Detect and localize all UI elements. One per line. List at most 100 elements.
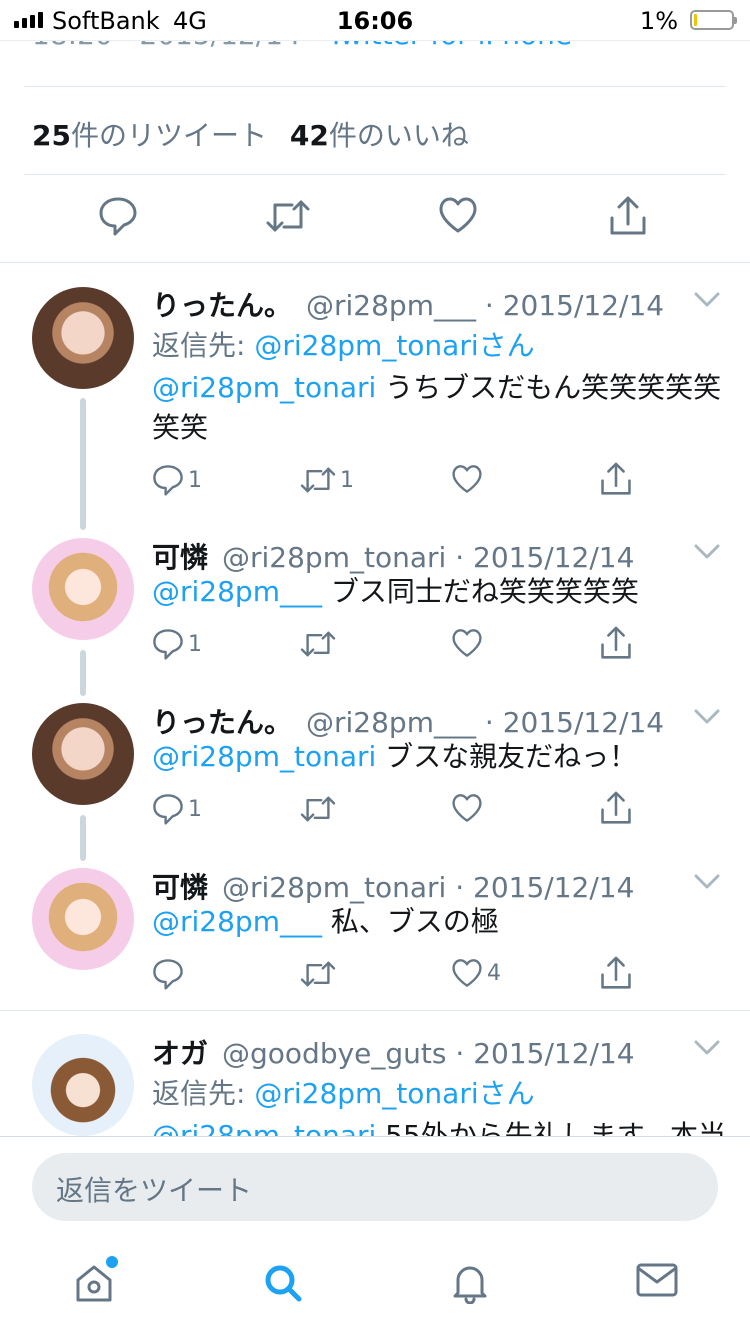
reply-to-link[interactable]: @ri28pm_tonariさん: [254, 329, 534, 362]
battery-icon: [690, 10, 737, 30]
mention-link[interactable]: @ri28pm_tonari: [152, 740, 376, 773]
share-button[interactable]: [600, 626, 632, 660]
reply-tweet[interactable]: オガ @goodbye_guts · 2015/12/14 返信先: @ri28p…: [0, 1010, 750, 1136]
share-icon: [601, 956, 631, 989]
like-icon[interactable]: [438, 196, 478, 238]
reply-button[interactable]: [152, 958, 188, 990]
like-button[interactable]: [451, 793, 487, 823]
handle: @ri28pm___ · 2015/12/14: [306, 289, 665, 322]
mention-link[interactable]: @ri28pm_tonari: [152, 1119, 376, 1136]
tweet-text: @ri28pm_tonari 55外から失礼します。本当: [152, 1116, 726, 1136]
retweet-icon: [300, 631, 336, 657]
display-name[interactable]: オガ: [152, 1037, 208, 1070]
reply-icon: [153, 794, 183, 825]
like-icon: [452, 959, 482, 987]
retweet-icon[interactable]: [266, 196, 310, 240]
avatar[interactable]: [32, 703, 134, 805]
reply-icon[interactable]: [99, 196, 137, 240]
notifications-icon[interactable]: [450, 1262, 490, 1308]
chevron-down-icon[interactable]: [694, 1040, 720, 1060]
retweet-icon: [300, 796, 336, 822]
handle: @ri28pm___ · 2015/12/14: [306, 706, 665, 739]
reply-to-line: 返信先: @ri28pm_tonariさん: [152, 1077, 535, 1110]
like-button[interactable]: [451, 464, 487, 494]
display-name[interactable]: 可憐: [152, 871, 208, 904]
handle: @ri28pm_tonari · 2015/12/14: [222, 871, 635, 904]
reply-input-placeholder: 返信をツイート: [56, 1174, 253, 1207]
retweet-button[interactable]: [300, 958, 340, 990]
tweet-header: 可憐 @ri28pm_tonari · 2015/12/14: [152, 536, 634, 576]
reply-to-link[interactable]: @ri28pm_tonariさん: [254, 1077, 534, 1110]
like-stat[interactable]: 42件のいいね: [290, 119, 469, 152]
retweet-icon: [300, 467, 336, 493]
thread-line: [80, 398, 86, 530]
display-name[interactable]: 可憐: [152, 541, 208, 574]
reply-icon: [153, 629, 183, 660]
reply-count: 1: [188, 631, 202, 657]
reply-button[interactable]: 1: [152, 793, 202, 825]
reply-composer: 返信をツイート: [0, 1136, 750, 1237]
chevron-down-icon[interactable]: [694, 544, 720, 564]
tweet-text: @ri28pm_tonari ブスな親友だねっ！: [152, 740, 638, 773]
avatar[interactable]: [32, 1034, 134, 1136]
messages-icon[interactable]: [636, 1262, 678, 1302]
share-button[interactable]: [600, 791, 632, 825]
mention-link[interactable]: @ri28pm_tonari: [152, 371, 376, 404]
handle: @ri28pm_tonari · 2015/12/14: [222, 541, 635, 574]
mention-link[interactable]: @ri28pm___: [152, 905, 322, 938]
thread-line: [80, 815, 86, 861]
retweet-stat[interactable]: 25件のリツイート: [32, 119, 267, 152]
like-button[interactable]: 4: [451, 958, 501, 988]
retweet-button[interactable]: 1: [300, 464, 354, 496]
tweet-text: @ri28pm___ ブス同士だね笑笑笑笑笑: [152, 575, 639, 608]
share-icon[interactable]: [609, 196, 647, 240]
retweet-count: 1: [340, 467, 354, 493]
avatar[interactable]: [32, 538, 134, 640]
reply-icon: [153, 959, 183, 990]
display-name[interactable]: りったん。: [152, 289, 292, 322]
avatar[interactable]: [32, 287, 134, 389]
status-bar: SoftBank 4G 16:06 1%: [0, 0, 750, 40]
like-icon: [452, 629, 482, 657]
share-button[interactable]: [600, 956, 632, 990]
display-name[interactable]: りったん。: [152, 706, 292, 739]
main-tweet-actions: [0, 196, 750, 240]
clock: 16:06: [336, 7, 414, 35]
reply-count: 1: [188, 796, 202, 822]
tweet-header: りったん。 @ri28pm___ · 2015/12/14: [152, 284, 664, 324]
chevron-down-icon[interactable]: [694, 709, 720, 729]
reply-to-line: 返信先: @ri28pm_tonariさん: [152, 329, 535, 362]
tweet-header: オガ @goodbye_guts · 2015/12/14: [152, 1032, 635, 1072]
thread-line: [80, 650, 86, 696]
retweet-button[interactable]: [300, 628, 340, 660]
tweet-header: 可憐 @ri28pm_tonari · 2015/12/14: [152, 866, 634, 906]
tweet-stats: 25件のリツイート 42件のいいね: [32, 114, 469, 154]
retweet-icon: [300, 961, 336, 987]
notification-dot: [104, 1254, 120, 1270]
search-icon[interactable]: [262, 1262, 304, 1308]
reply-button[interactable]: 1: [152, 628, 202, 660]
chevron-down-icon[interactable]: [694, 292, 720, 312]
handle: @goodbye_guts · 2015/12/14: [222, 1037, 635, 1070]
share-icon: [601, 791, 631, 824]
reply-button[interactable]: 1: [152, 464, 202, 496]
retweet-button[interactable]: [300, 793, 340, 825]
reply-input[interactable]: 返信をツイート: [32, 1153, 718, 1221]
share-icon: [601, 462, 631, 495]
reply-count: 1: [188, 467, 202, 493]
reply-icon: [153, 465, 183, 496]
like-icon: [452, 465, 482, 493]
avatar[interactable]: [32, 868, 134, 970]
share-button[interactable]: [600, 462, 632, 496]
battery-percent: 1%: [639, 7, 678, 35]
tweet-text: @ri28pm_tonari うちブスだもん笑笑笑笑笑笑笑: [152, 371, 722, 444]
like-icon: [452, 794, 482, 822]
tweet-header: りったん。 @ri28pm___ · 2015/12/14: [152, 701, 664, 741]
like-count: 4: [487, 960, 501, 986]
chevron-down-icon[interactable]: [694, 874, 720, 894]
tweet-text: @ri28pm___ 私、ブスの極: [152, 905, 499, 938]
mention-link[interactable]: @ri28pm___: [152, 575, 322, 608]
share-icon: [601, 626, 631, 659]
tab-bar: [0, 1236, 750, 1334]
like-button[interactable]: [451, 628, 487, 658]
